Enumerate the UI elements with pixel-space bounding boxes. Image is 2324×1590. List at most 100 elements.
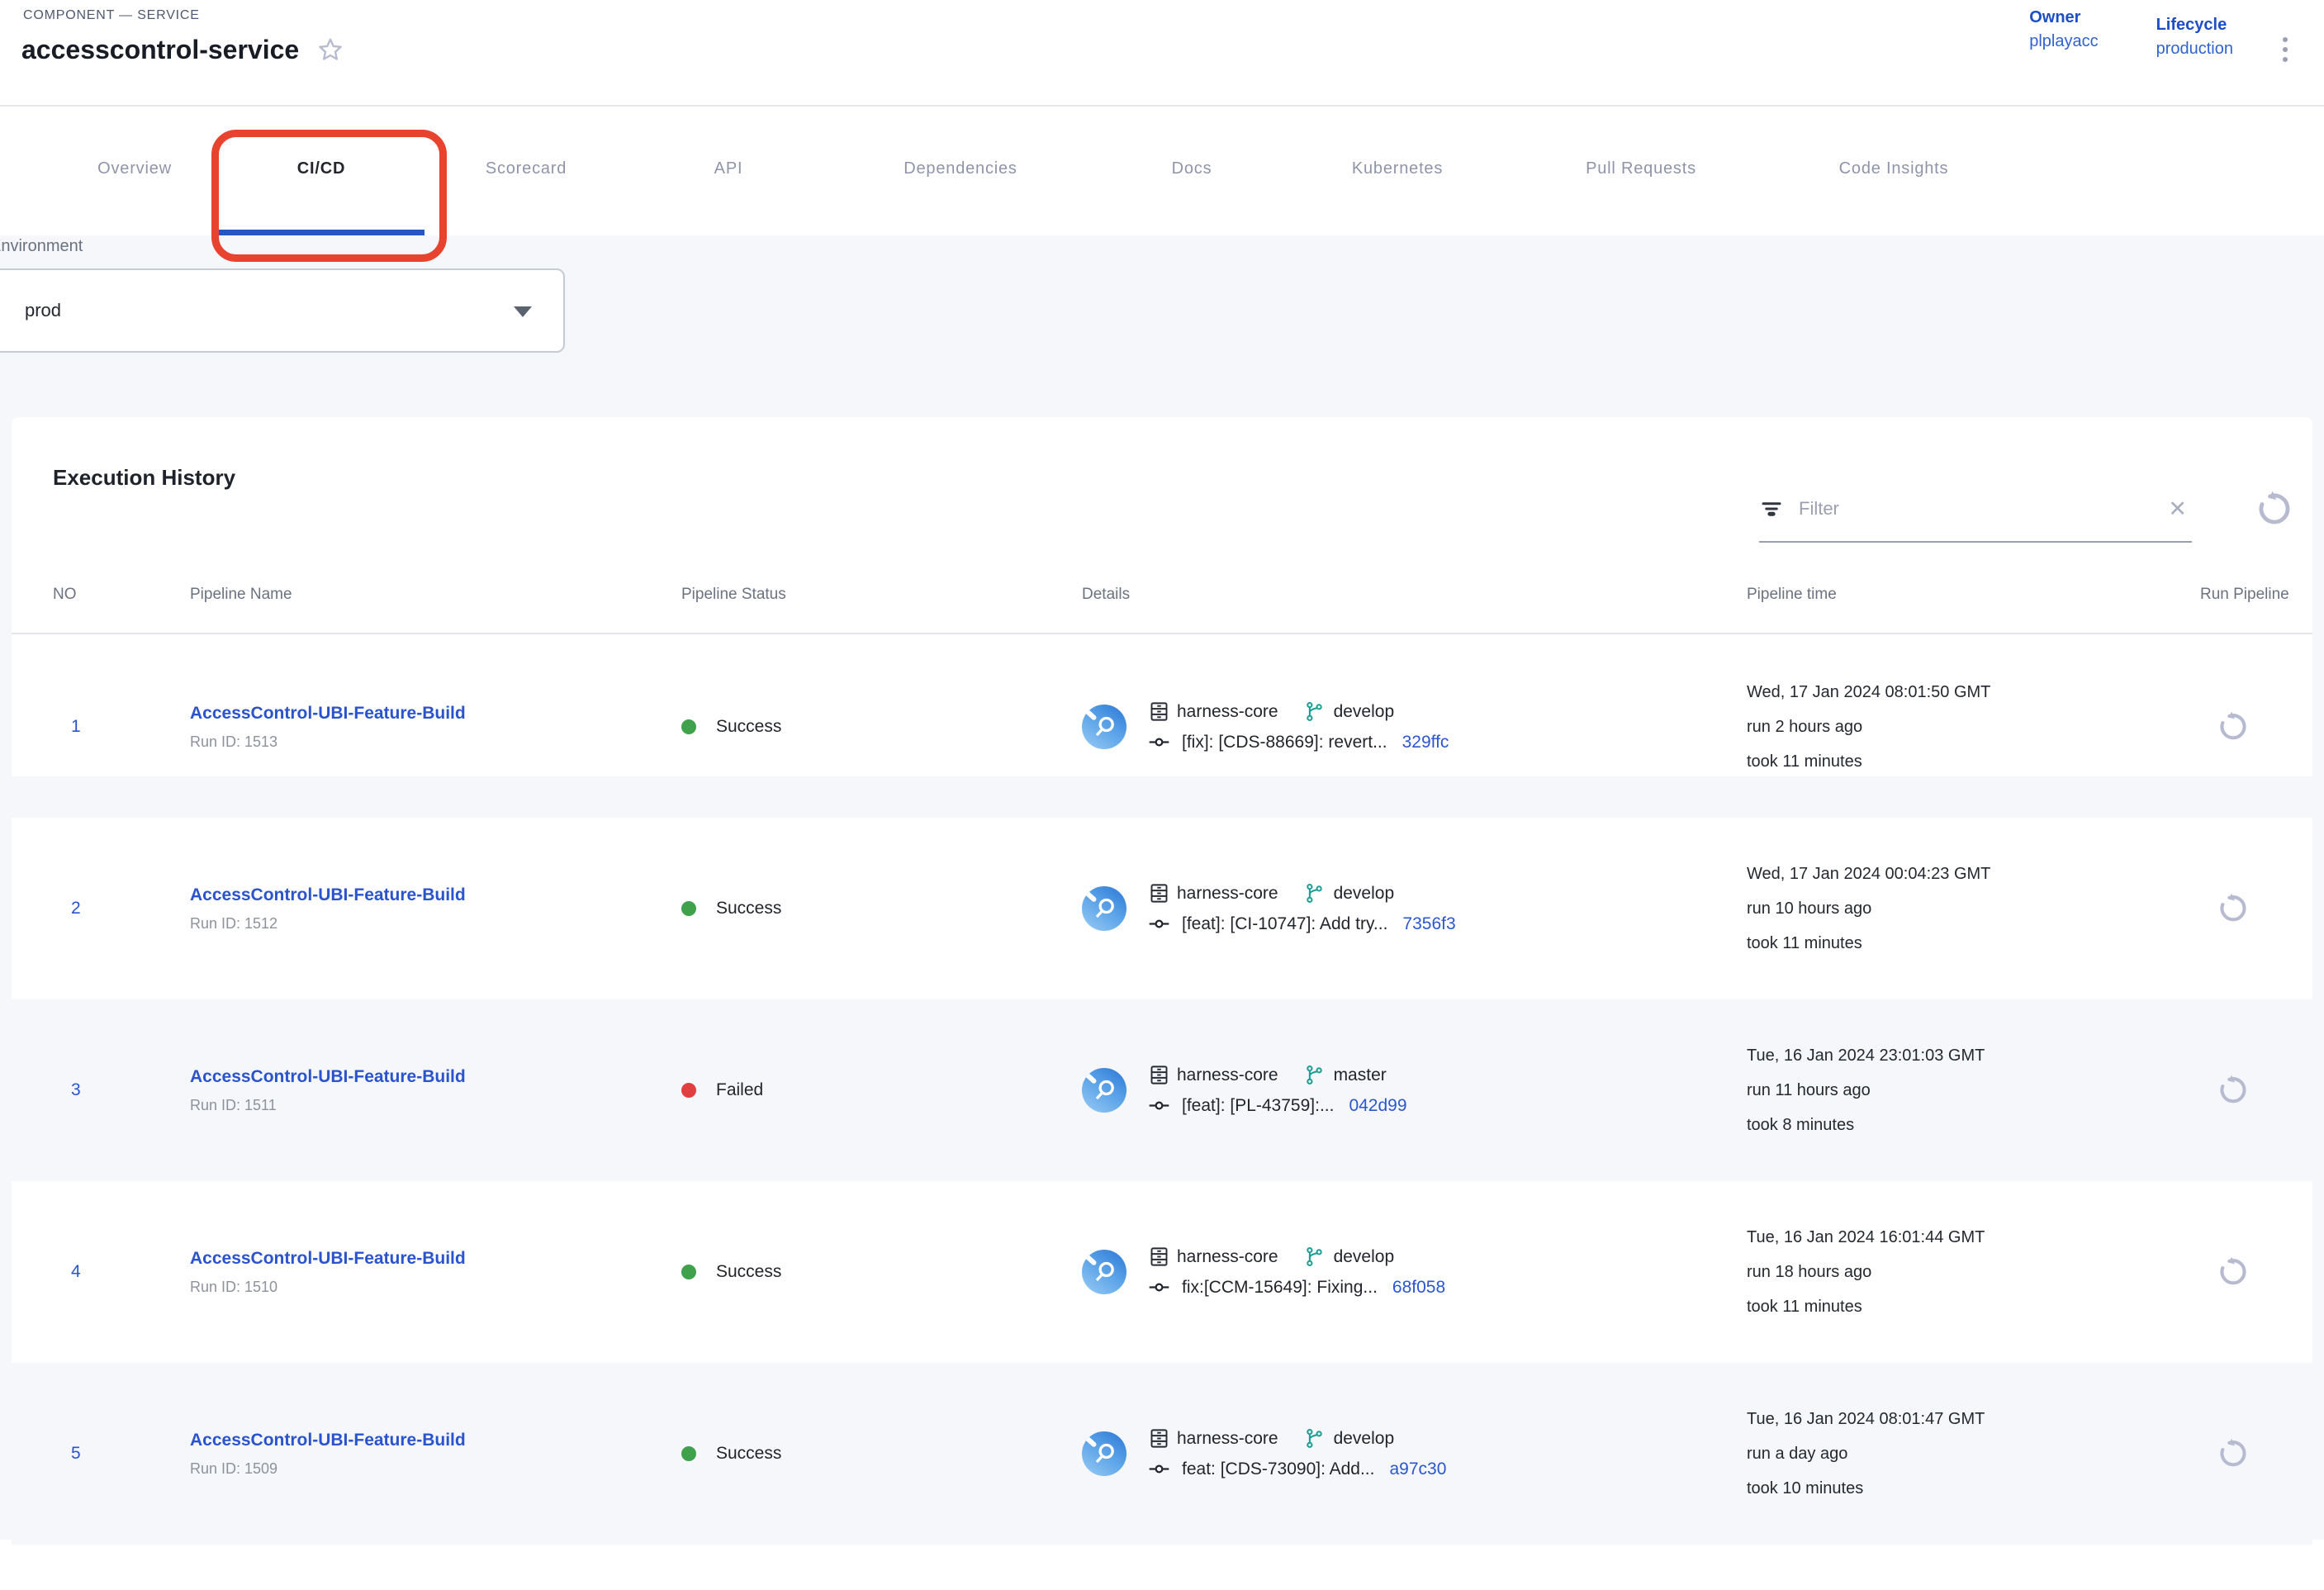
page-title: accesscontrol-service [21, 35, 299, 65]
column-header-run-pipeline: Run Pipeline [2189, 582, 2296, 606]
status-label: Success [716, 1262, 781, 1282]
pipeline-time-took: took 8 minutes [1747, 1108, 2189, 1142]
table-row: 1 AccessControl-UBI-Feature-Build Run ID… [12, 636, 2312, 818]
git-branch-icon [1303, 882, 1326, 904]
pipeline-time-took: took 10 minutes [1747, 1471, 2189, 1506]
pipeline-time-took: took 11 minutes [1747, 926, 2189, 961]
column-header-details: Details [1082, 586, 1747, 604]
branch-name: develop [1334, 702, 1395, 722]
pipeline-time-run: run 2 hours ago [1747, 710, 2189, 744]
pipeline-time-run: run 18 hours ago [1747, 1255, 2189, 1289]
pipeline-name-link[interactable]: AccessControl-UBI-Feature-Build [190, 885, 466, 905]
pipeline-time: Tue, 16 Jan 2024 23:01:03 GMT run 11 hou… [1747, 1038, 2189, 1142]
lifecycle-label: Lifecycle [2156, 16, 2233, 35]
filter-icon [1759, 496, 1784, 521]
row-number: 2 [53, 899, 190, 918]
table-row: 5 AccessControl-UBI-Feature-Build Run ID… [12, 1363, 2312, 1545]
tab-api[interactable]: API [709, 159, 748, 179]
repository-icon [1148, 1246, 1170, 1268]
favorite-star-icon[interactable] [315, 36, 345, 65]
tab-cicd[interactable]: CI/CD [292, 159, 350, 179]
tab-code-insights[interactable]: Code Insights [1834, 159, 1954, 179]
ci-module-icon [1082, 1250, 1126, 1294]
repository-icon [1148, 1427, 1170, 1450]
run-pipeline-button[interactable] [2215, 889, 2251, 928]
status-dot [681, 1446, 696, 1461]
environment-dropdown[interactable]: prod [0, 268, 565, 353]
environment-label: Environment [0, 237, 83, 256]
pipeline-time: Wed, 17 Jan 2024 08:01:50 GMT run 2 hour… [1747, 675, 2189, 779]
git-commit-icon [1148, 913, 1170, 935]
repository-name: harness-core [1177, 884, 1278, 904]
owner-meta: Owner plplayacc [2029, 8, 2098, 59]
filter-field: ✕ [1759, 477, 2192, 543]
commit-message: fix:[CCM-15649]: Fixing... [1182, 1278, 1378, 1298]
table-body: 1 AccessControl-UBI-Feature-Build Run ID… [12, 636, 2312, 1545]
active-tab-indicator [218, 230, 424, 235]
repository-icon [1148, 1064, 1170, 1086]
environment-selected-value: prod [25, 300, 61, 321]
run-pipeline-button[interactable] [2215, 1252, 2251, 1291]
lifecycle-link[interactable]: production [2156, 40, 2233, 59]
column-header-no: NO [53, 586, 190, 604]
commit-sha-link[interactable]: 042d99 [1349, 1096, 1406, 1116]
tab-kubernetes[interactable]: Kubernetes [1347, 159, 1448, 179]
run-id: Run ID: 1511 [190, 1097, 681, 1114]
commit-sha-link[interactable]: 329ffc [1402, 733, 1449, 752]
tab-pull-requests[interactable]: Pull Requests [1581, 159, 1701, 179]
refresh-icon[interactable] [2251, 485, 2298, 531]
status-dot [681, 1265, 696, 1279]
repository-name: harness-core [1177, 1066, 1278, 1085]
row-number: 3 [53, 1080, 190, 1100]
panel-title: Execution History [53, 465, 235, 491]
more-options-kebab-icon[interactable] [2273, 36, 2298, 63]
run-pipeline-button[interactable] [2215, 1434, 2251, 1473]
owner-label: Owner [2029, 8, 2098, 27]
git-branch-icon [1303, 700, 1326, 723]
pipeline-name-link[interactable]: AccessControl-UBI-Feature-Build [190, 1431, 466, 1450]
repository-name: harness-core [1177, 1247, 1278, 1267]
pipeline-name-link[interactable]: AccessControl-UBI-Feature-Build [190, 704, 466, 724]
status-label: Success [716, 899, 781, 918]
commit-message: [fix]: [CDS-88669]: revert... [1182, 733, 1387, 752]
commit-sha-link[interactable]: a97c30 [1389, 1459, 1446, 1479]
pipeline-name-link[interactable]: AccessControl-UBI-Feature-Build [190, 1249, 466, 1269]
pipeline-time: Tue, 16 Jan 2024 16:01:44 GMT run 18 hou… [1747, 1220, 2189, 1324]
row-number: 5 [53, 1444, 190, 1464]
row-number: 1 [53, 717, 190, 737]
run-pipeline-button[interactable] [2215, 1070, 2251, 1109]
pipeline-time-run: run 10 hours ago [1747, 891, 2189, 926]
status-label: Success [716, 1444, 781, 1464]
status-dot [681, 719, 696, 734]
tab-scorecard[interactable]: Scorecard [481, 159, 572, 179]
filter-input[interactable] [1797, 497, 2150, 520]
run-pipeline-button[interactable] [2215, 707, 2251, 746]
git-commit-icon [1148, 731, 1170, 753]
repository-name: harness-core [1177, 702, 1278, 722]
pipeline-time-date: Wed, 17 Jan 2024 00:04:23 GMT [1747, 857, 2189, 891]
pipeline-time-run: run 11 hours ago [1747, 1073, 2189, 1108]
pipeline-time-took: took 11 minutes [1747, 744, 2189, 779]
clear-filter-icon[interactable]: ✕ [2163, 498, 2192, 520]
chevron-down-icon [514, 306, 532, 317]
pipeline-name-link[interactable]: AccessControl-UBI-Feature-Build [190, 1067, 466, 1087]
tab-dependencies[interactable]: Dependencies [899, 159, 1022, 179]
commit-sha-link[interactable]: 7356f3 [1402, 914, 1455, 934]
commit-message: feat: [CDS-73090]: Add... [1182, 1459, 1374, 1479]
owner-link[interactable]: plplayacc [2029, 32, 2098, 51]
pipeline-time-date: Tue, 16 Jan 2024 16:01:44 GMT [1747, 1220, 2189, 1255]
tab-docs[interactable]: Docs [1167, 159, 1217, 179]
tab-overview[interactable]: Overview [92, 159, 177, 179]
commit-sha-link[interactable]: 68f058 [1392, 1278, 1445, 1298]
repository-icon [1148, 882, 1170, 904]
branch-name: develop [1334, 884, 1395, 904]
pipeline-time: Wed, 17 Jan 2024 00:04:23 GMT run 10 hou… [1747, 857, 2189, 961]
table-header-row: NO Pipeline Name Pipeline Status Details… [12, 556, 2312, 634]
ci-module-icon [1082, 886, 1126, 931]
table-row: 4 AccessControl-UBI-Feature-Build Run ID… [12, 1181, 2312, 1363]
column-header-pipeline-status: Pipeline Status [681, 586, 1082, 604]
status-label: Failed [716, 1080, 763, 1100]
branch-name: develop [1334, 1247, 1395, 1267]
table-row: 2 AccessControl-UBI-Feature-Build Run ID… [12, 818, 2312, 999]
column-header-pipeline-time: Pipeline time [1747, 586, 2189, 604]
